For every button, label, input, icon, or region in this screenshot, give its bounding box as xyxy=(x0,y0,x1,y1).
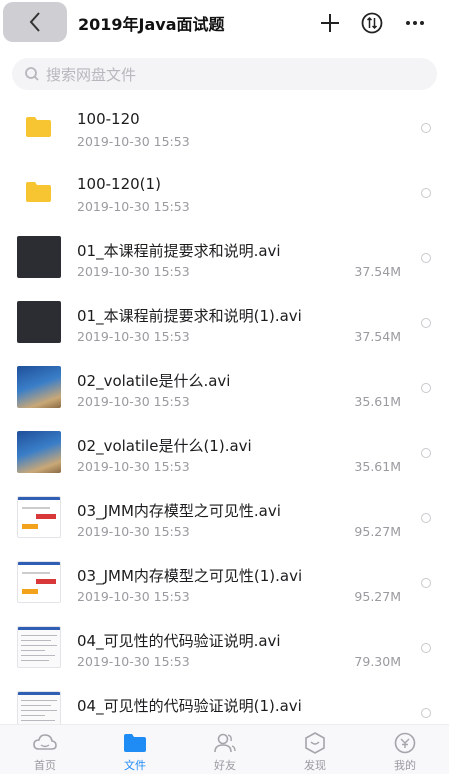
file-name: 04_可见性的代码验证说明(1).avi xyxy=(77,697,302,715)
select-radio[interactable] xyxy=(421,123,431,133)
select-radio[interactable] xyxy=(421,578,431,588)
file-size: 79.30M xyxy=(354,654,401,669)
folder-icon xyxy=(124,734,146,752)
file-name: 01_本课程前提要求和说明(1).avi xyxy=(77,307,302,325)
file-date: 2019-10-30 15:53 xyxy=(77,394,190,409)
file-name: 100-120 xyxy=(77,110,140,128)
file-name: 03_JMM内存模型之可见性.avi xyxy=(77,502,281,520)
file-size: 37.54M xyxy=(354,264,401,279)
more-button[interactable] xyxy=(400,8,430,38)
file-date: 2019-10-30 15:53 xyxy=(77,654,190,669)
video-thumbnail xyxy=(17,561,61,603)
video-thumbnail xyxy=(17,366,61,408)
sort-icon xyxy=(361,12,383,34)
top-bar: 2019年Java面试题 xyxy=(0,0,449,48)
select-radio[interactable] xyxy=(421,643,431,653)
tab-profile[interactable]: 我的 xyxy=(375,725,435,774)
file-name: 04_可见性的代码验证说明.avi xyxy=(77,632,281,650)
file-row[interactable]: 03_JMM内存模型之可见性(1).avi 2019-10-30 15:53 9… xyxy=(0,549,449,614)
page-title: 2019年Java面试题 xyxy=(78,15,225,34)
select-radio[interactable] xyxy=(421,318,431,328)
file-row[interactable]: 04_可见性的代码验证说明.avi 2019-10-30 15:53 79.30… xyxy=(0,614,449,679)
file-row[interactable]: 03_JMM内存模型之可见性.avi 2019-10-30 15:53 95.2… xyxy=(0,484,449,549)
bottom-tab-bar: 首页 文件 好友 发现 我的 xyxy=(0,724,449,774)
file-date: 2019-10-30 15:53 xyxy=(77,264,190,279)
file-row[interactable]: 100-120(1) 2019-10-30 15:53 xyxy=(0,159,449,224)
tab-friends[interactable]: 好友 xyxy=(195,725,255,774)
folder-icon xyxy=(26,117,51,137)
file-date: 2019-10-30 15:53 xyxy=(77,589,190,604)
tab-label: 发现 xyxy=(304,759,326,772)
tab-label: 文件 xyxy=(124,759,146,772)
back-button[interactable] xyxy=(3,2,67,42)
search-placeholder: 搜索网盘文件 xyxy=(46,65,137,84)
select-radio[interactable] xyxy=(421,708,431,718)
file-size: 35.61M xyxy=(354,459,401,474)
select-radio[interactable] xyxy=(421,448,431,458)
file-row[interactable]: 01_本课程前提要求和说明.avi 2019-10-30 15:53 37.54… xyxy=(0,224,449,289)
select-radio[interactable] xyxy=(421,513,431,523)
select-radio[interactable] xyxy=(421,188,431,198)
video-thumbnail xyxy=(17,301,61,343)
select-radio[interactable] xyxy=(421,253,431,263)
file-row[interactable]: 02_volatile是什么.avi 2019-10-30 15:53 35.6… xyxy=(0,354,449,419)
chevron-left-icon xyxy=(29,12,40,32)
file-size: 95.27M xyxy=(354,524,401,539)
tab-discover[interactable]: 发现 xyxy=(285,725,345,774)
add-button[interactable] xyxy=(315,8,345,38)
profile-icon xyxy=(394,732,416,754)
file-list: 100-120 2019-10-30 15:53 100-120(1) 2019… xyxy=(0,94,449,724)
friends-icon xyxy=(214,733,236,753)
search-bar[interactable]: 搜索网盘文件 xyxy=(12,58,437,90)
file-date: 2019-10-30 15:53 xyxy=(77,134,190,149)
tab-home[interactable]: 首页 xyxy=(15,725,75,774)
file-row[interactable]: 02_volatile是什么(1).avi 2019-10-30 15:53 3… xyxy=(0,419,449,484)
file-row[interactable]: 100-120 2019-10-30 15:53 xyxy=(0,94,449,159)
file-name: 02_volatile是什么.avi xyxy=(77,372,231,390)
file-name: 100-120(1) xyxy=(77,175,161,193)
tab-label: 我的 xyxy=(394,759,416,772)
file-size: 95.27M xyxy=(354,589,401,604)
file-row[interactable]: 04_可见性的代码验证说明(1).avi xyxy=(0,679,449,724)
select-radio[interactable] xyxy=(421,383,431,393)
tab-label: 首页 xyxy=(34,759,56,772)
file-size: 35.61M xyxy=(354,394,401,409)
file-date: 2019-10-30 15:53 xyxy=(77,199,190,214)
video-thumbnail xyxy=(17,691,61,724)
file-size: 37.54M xyxy=(354,329,401,344)
more-icon xyxy=(406,21,424,25)
video-thumbnail xyxy=(17,626,61,668)
cloud-icon xyxy=(33,734,57,750)
tab-files[interactable]: 文件 xyxy=(105,725,165,774)
tab-label: 好友 xyxy=(214,759,236,772)
file-name: 02_volatile是什么(1).avi xyxy=(77,437,252,455)
video-thumbnail xyxy=(17,496,61,538)
file-name: 03_JMM内存模型之可见性(1).avi xyxy=(77,567,303,585)
sort-button[interactable] xyxy=(357,8,387,38)
folder-icon xyxy=(26,182,51,202)
video-thumbnail xyxy=(17,236,61,278)
plus-icon xyxy=(321,14,339,32)
discover-icon xyxy=(305,732,325,754)
file-name: 01_本课程前提要求和说明.avi xyxy=(77,242,281,260)
video-thumbnail xyxy=(17,431,61,473)
search-icon xyxy=(25,67,39,81)
file-row[interactable]: 01_本课程前提要求和说明(1).avi 2019-10-30 15:53 37… xyxy=(0,289,449,354)
file-date: 2019-10-30 15:53 xyxy=(77,459,190,474)
file-date: 2019-10-30 15:53 xyxy=(77,329,190,344)
file-date: 2019-10-30 15:53 xyxy=(77,524,190,539)
